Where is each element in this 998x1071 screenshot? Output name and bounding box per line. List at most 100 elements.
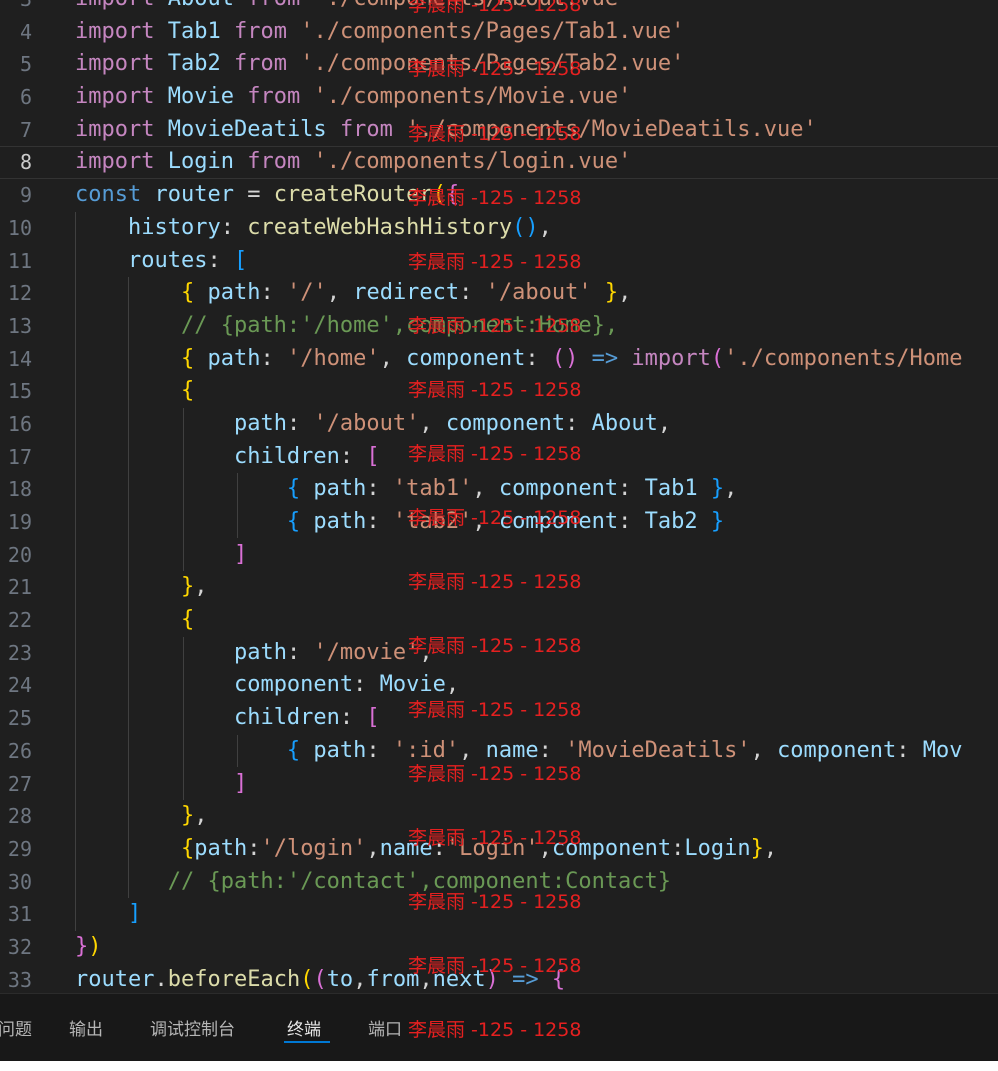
code-token: children [233, 705, 340, 731]
bottom-edge [0, 1061, 998, 1071]
code-line[interactable]: 11 routes: [ [0, 245, 998, 278]
code-line[interactable]: 15 { [0, 375, 998, 408]
code-line[interactable]: 28 }, [0, 800, 998, 833]
code-token: { [180, 607, 195, 633]
code-line[interactable]: 16 path: '/about', component: About, [0, 408, 998, 441]
code-token: , [445, 672, 460, 698]
code-line[interactable]: 30 // {path:'/contact',component:Contact… [0, 866, 998, 899]
code-token: import [75, 149, 155, 175]
code-line[interactable]: 4 import Tab1 from './components/Pages/Ta… [0, 16, 998, 49]
code-token: import [75, 84, 155, 110]
code-line[interactable]: 21 }, [0, 571, 998, 604]
code-token: path [313, 509, 367, 534]
line-number: 30 [7, 869, 32, 894]
line-number: 12 [7, 281, 32, 306]
code-token: } [180, 803, 195, 829]
code-line[interactable]: 31 ] [0, 898, 998, 931]
code-text: const router = createRouter({ [75, 179, 459, 212]
code-line[interactable]: 3 import About from './components/About.v… [0, 0, 998, 16]
code-line[interactable]: 13 // {path:'/home',component:Home}, [0, 310, 998, 343]
code-line[interactable]: 22 { [0, 604, 998, 637]
code-line[interactable]: 8 import Login from './components/login.v… [0, 146, 998, 179]
code-token: router [154, 182, 234, 208]
code-line[interactable]: 24 component: Movie, [0, 669, 998, 702]
code-line[interactable]: 12 { path: '/', redirect: '/about' }, [0, 277, 998, 310]
code-text: import Movie from './components/Movie.vu… [75, 81, 631, 114]
active-tab-indicator [284, 1041, 330, 1043]
line-number: 15 [7, 379, 32, 404]
code-token: Login [167, 149, 234, 175]
code-line[interactable]: 26 { path: ':id', name: 'MovieDeatils', … [0, 735, 998, 768]
code-token: '/login' [260, 835, 367, 861]
line-number: 26 [7, 738, 32, 763]
code-line[interactable]: 6 import Movie from './components/Movie.v… [0, 81, 998, 114]
code-line[interactable]: 23 path: '/movie', [0, 637, 998, 670]
code-token: => [591, 345, 619, 371]
line-number: 25 [7, 706, 32, 731]
code-token: ':id' [392, 737, 460, 763]
code-line[interactable]: 7 import MovieDeatils from './components/… [0, 114, 998, 147]
line-number: 10 [7, 215, 32, 240]
code-token: , [538, 835, 552, 861]
code-token: from [247, 0, 300, 11]
code-token: component [445, 410, 566, 436]
code-line[interactable]: 14 { path: '/home', component: () => imp… [0, 343, 998, 376]
code-line[interactable]: 17 children: [ [0, 441, 998, 474]
code-token: beforeEach [167, 966, 301, 992]
code-token: : [618, 476, 645, 502]
code-line[interactable]: 29 {path:'/login',name:'Login',component… [0, 833, 998, 866]
code-line[interactable]: 10 history: createWebHashHistory(), [0, 212, 998, 245]
code-token: ) [88, 933, 102, 959]
code-token: MovieDeatils [167, 116, 327, 142]
code-line[interactable]: 33 router.beforeEach((to,from,next) => { [0, 964, 998, 993]
code-token: next [432, 966, 486, 992]
code-token: // {path:'/contact',component:Contact} [167, 868, 672, 894]
tab-problems[interactable]: 问题 [0, 1015, 32, 1040]
code-token: router [75, 966, 155, 992]
code-line[interactable]: 19 { path: 'tab2', component: Tab2 } [0, 506, 998, 539]
code-token: { [286, 476, 301, 502]
line-number: 8 [19, 150, 32, 175]
tab-ports[interactable]: 端口 [368, 1015, 402, 1040]
code-text: { path: ':id', name: 'MovieDeatils', com… [75, 735, 963, 768]
code-token: , [657, 410, 672, 436]
code-line[interactable]: 25 children: [ [0, 702, 998, 735]
code-text: import About from './components/About.vu… [75, 0, 631, 16]
code-line[interactable]: 5 import Tab2 from './components/Pages/Ta… [0, 48, 998, 81]
code-line[interactable]: 32}) [0, 931, 998, 964]
code-token: : [538, 737, 566, 763]
code-editor[interactable]: 3 import About from './components/About.v… [0, 0, 998, 993]
code-text: // {path:'/contact',component:Contact} [75, 866, 671, 899]
tab-output[interactable]: 输出 [69, 1015, 103, 1040]
code-token: { [445, 182, 460, 208]
code-token: => [512, 966, 539, 992]
line-number: 13 [7, 313, 32, 338]
code-token: path [313, 476, 367, 502]
indent-guide [128, 277, 129, 898]
code-line[interactable]: 9 const router = createRouter({ [0, 179, 998, 212]
code-token: : [339, 705, 367, 731]
code-line[interactable]: 20 ] [0, 539, 998, 572]
code-text: ] [75, 768, 247, 801]
code-line[interactable]: 27 ] [0, 768, 998, 801]
line-number: 33 [7, 967, 32, 992]
code-token: : [432, 835, 446, 861]
code-token: } [710, 509, 725, 534]
code-token: { [286, 509, 301, 534]
code-line[interactable]: 18 { path: 'tab1', component: Tab1 }, [0, 473, 998, 506]
tab-debug-console[interactable]: 调试控制台 [150, 1015, 235, 1040]
code-text: import Tab1 from './components/Pages/Tab… [75, 16, 684, 49]
tab-terminal[interactable]: 终端 [287, 1015, 321, 1040]
